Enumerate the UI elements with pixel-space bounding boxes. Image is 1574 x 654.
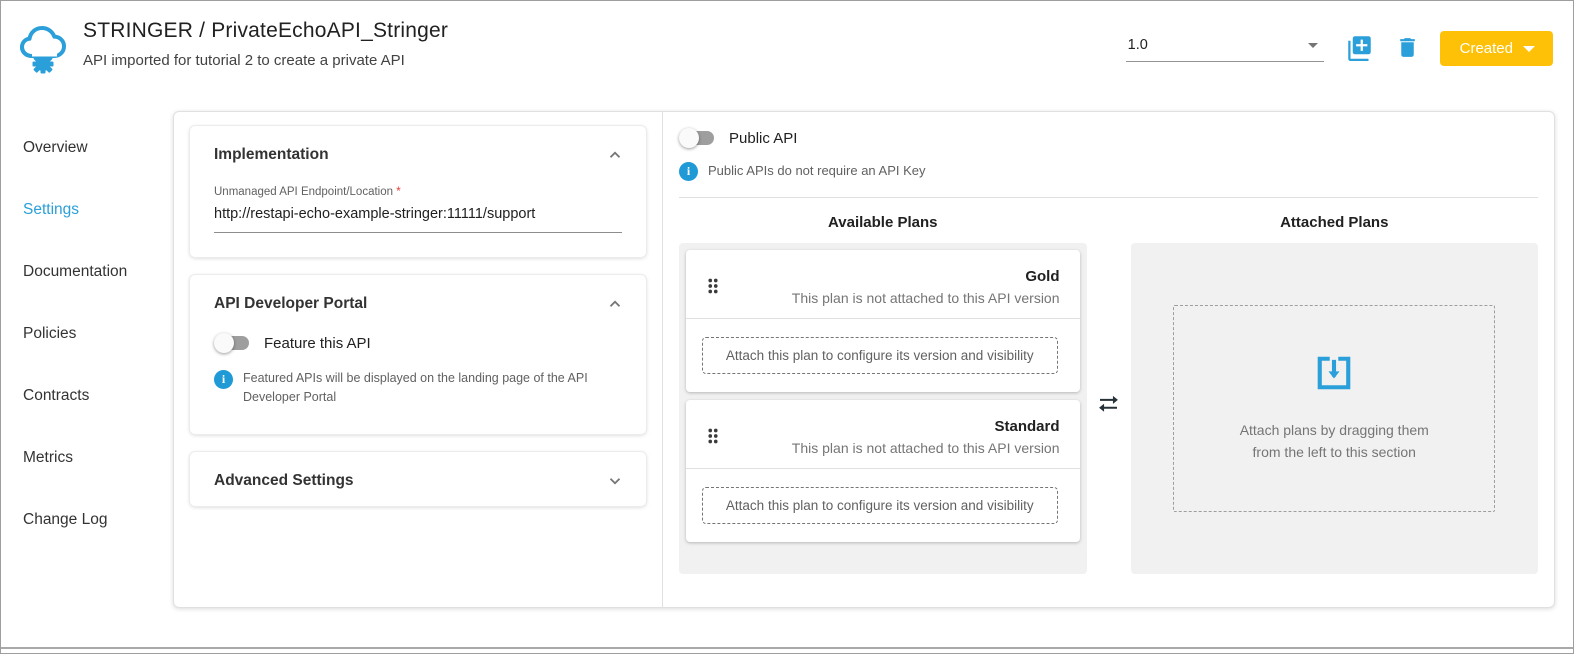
page-title: STRINGER / PrivateEchoAPI_Stringer — [83, 19, 448, 43]
chevron-down-icon[interactable] — [606, 472, 624, 490]
trash-icon — [1395, 35, 1420, 63]
developer-portal-title: API Developer Portal — [214, 295, 367, 313]
endpoint-input[interactable] — [214, 200, 622, 233]
swap-horizontal-icon — [1096, 393, 1122, 424]
sidebar-item-overview[interactable]: Overview — [23, 139, 173, 157]
implementation-card: Implementation Unmanaged API Endpoint/Lo… — [190, 126, 646, 257]
toggle-off-icon — [679, 128, 715, 148]
public-api-info-text: Public APIs do not require an API Key — [708, 161, 926, 181]
attach-plan-button[interactable]: Attach this plan to configure its versio… — [702, 487, 1058, 524]
plans-column: Public API i Public APIs do not require … — [662, 112, 1554, 607]
version-value: 1.0 — [1128, 37, 1148, 53]
plan-card-standard[interactable]: Standard This plan is not attached to th… — [686, 400, 1080, 542]
api-manager-window: STRINGER / PrivateEchoAPI_Stringer API i… — [0, 0, 1574, 654]
version-select[interactable]: 1.0 — [1126, 35, 1324, 62]
advanced-settings-title: Advanced Settings — [214, 472, 354, 490]
feature-api-toggle-label: Feature this API — [264, 335, 371, 352]
content-row: Overview Settings Documentation Policies… — [1, 97, 1573, 608]
delete-api-button[interactable] — [1395, 35, 1420, 63]
settings-panel: Implementation Unmanaged API Endpoint/Lo… — [173, 111, 1555, 608]
page-subtitle: API imported for tutorial 2 to create a … — [83, 52, 448, 69]
plans-grid: Available Plans Attached Plans — [679, 206, 1538, 574]
feature-api-info-text: Featured APIs will be displayed on the l… — [243, 369, 622, 408]
header-controls: 1.0 Created — [1126, 31, 1553, 66]
import-download-icon — [1315, 354, 1353, 397]
info-icon: i — [679, 162, 698, 181]
sidebar-item-settings[interactable]: Settings — [23, 201, 173, 219]
drag-indicator-icon[interactable] — [702, 423, 724, 454]
sidebar-item-change-log[interactable]: Change Log — [23, 511, 173, 529]
feature-api-toggle[interactable]: Feature this API — [214, 333, 622, 353]
chevron-down-icon — [1308, 43, 1318, 48]
plan-status: This plan is not attached to this API ve… — [724, 440, 1060, 456]
divider — [679, 197, 1538, 198]
developer-portal-card: API Developer Portal Feature this API i … — [190, 275, 646, 434]
sidebar-item-documentation[interactable]: Documentation — [23, 263, 173, 281]
endpoint-field-label: Unmanaged API Endpoint/Location * — [214, 186, 622, 198]
cloud-gear-icon — [19, 23, 69, 75]
drag-indicator-icon[interactable] — [702, 273, 724, 304]
plan-status: This plan is not attached to this API ve… — [724, 290, 1060, 306]
public-api-toggle[interactable]: Public API — [679, 128, 1538, 148]
attach-plan-button[interactable]: Attach this plan to configure its versio… — [702, 337, 1058, 374]
available-plans-header: Available Plans — [679, 206, 1087, 243]
status-button[interactable]: Created — [1440, 31, 1553, 66]
plan-name: Standard — [724, 418, 1060, 435]
duplicate-api-button[interactable] — [1346, 34, 1373, 64]
available-plans-panel: Gold This plan is not attached to this A… — [679, 243, 1087, 574]
window-bottom-edge — [1, 647, 1573, 649]
toggle-off-icon — [214, 333, 250, 353]
public-api-toggle-label: Public API — [729, 130, 797, 147]
title-block: STRINGER / PrivateEchoAPI_Stringer API i… — [83, 19, 448, 69]
sidebar-item-policies[interactable]: Policies — [23, 325, 173, 343]
status-label: Created — [1460, 40, 1513, 57]
advanced-settings-card: Advanced Settings — [190, 452, 646, 506]
swap-column — [1087, 243, 1131, 574]
info-icon: i — [214, 370, 233, 389]
library-add-icon — [1346, 34, 1373, 64]
attached-plans-header: Attached Plans — [1131, 206, 1539, 243]
implementation-title: Implementation — [214, 146, 329, 164]
chevron-up-icon[interactable] — [606, 146, 624, 164]
plan-card-gold[interactable]: Gold This plan is not attached to this A… — [686, 250, 1080, 392]
page-header: STRINGER / PrivateEchoAPI_Stringer API i… — [1, 1, 1573, 97]
attach-plans-drop-zone[interactable]: Attach plans by dragging them from the l… — [1173, 305, 1495, 512]
caret-down-icon — [1523, 46, 1535, 52]
attached-plans-panel: Attach plans by dragging them from the l… — [1131, 243, 1539, 574]
sidebar-item-contracts[interactable]: Contracts — [23, 387, 173, 405]
sidebar-item-metrics[interactable]: Metrics — [23, 449, 173, 467]
settings-column: Implementation Unmanaged API Endpoint/Lo… — [174, 112, 662, 607]
sidebar-nav: Overview Settings Documentation Policies… — [1, 111, 173, 608]
required-marker: * — [396, 186, 400, 198]
chevron-up-icon[interactable] — [606, 295, 624, 313]
drop-zone-text: Attach plans by dragging them from the l… — [1240, 419, 1429, 464]
plan-name: Gold — [724, 268, 1060, 285]
